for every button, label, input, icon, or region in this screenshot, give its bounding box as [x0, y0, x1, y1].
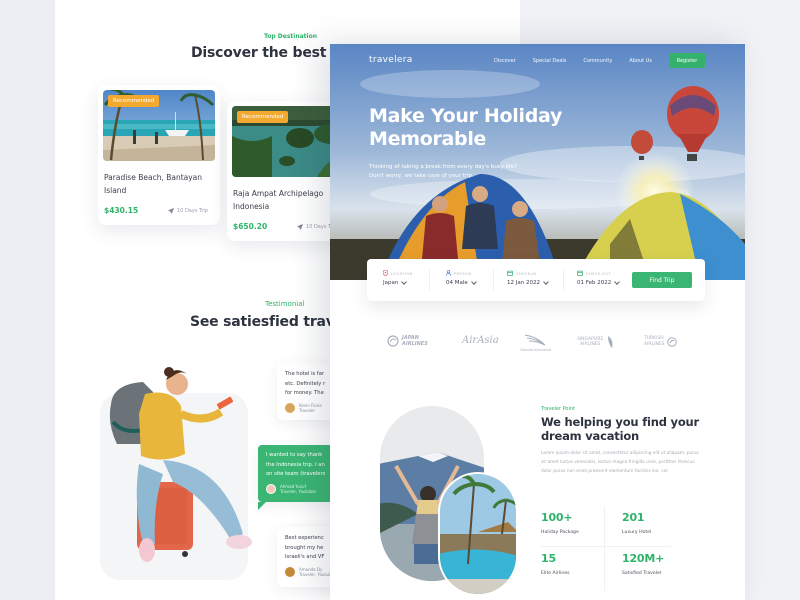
- chevron-down-icon: [614, 279, 621, 285]
- stat-label: Holiday Package: [541, 530, 579, 535]
- hero-title-line1: Make Your Holiday: [369, 105, 563, 127]
- nav-link-about-us[interactable]: About Us: [629, 58, 652, 64]
- traveler-photo: [109, 367, 252, 562]
- location-pin-icon: [383, 270, 388, 276]
- person-label: Person: [446, 270, 476, 276]
- about-title-line1: We helping you find your: [541, 415, 700, 429]
- speech-bubble-tail: [258, 502, 266, 510]
- brand-logo[interactable]: travelera: [369, 55, 413, 65]
- trip-duration-text: 10 Days Trip: [177, 208, 208, 214]
- stats-divider-horizontal: [541, 546, 671, 547]
- check-out-label: Check-out: [577, 270, 619, 276]
- crane-logo-icon: [387, 335, 399, 347]
- destination-card[interactable]: Recommended Paradise Beach, Bantayan Isl…: [98, 85, 220, 225]
- partner-logo-japan-airlines: JAPAN AIRLINES: [387, 335, 428, 347]
- stat-elite-airlines: 15 Elite Airlines: [541, 552, 570, 576]
- person-value: 04 Male: [446, 279, 477, 286]
- recommended-badge: Recommended: [108, 95, 160, 107]
- hero-subtitle-line1: Thinking of taking a break from every da…: [369, 164, 517, 170]
- destinations-eyebrow: Top Destination: [264, 33, 317, 40]
- garuda-wing-icon: [525, 334, 546, 346]
- partner-logo-garuda: Garuda Indonesia: [520, 333, 551, 352]
- stats-divider-vertical: [604, 506, 605, 591]
- stat-luxury-hotel: 201 Luxury Hotel: [622, 511, 651, 535]
- destination-name-line1: Raja Ampat Archipelago: [233, 189, 324, 198]
- nav-link-discover[interactable]: Discover: [494, 58, 516, 64]
- avatar: [285, 566, 295, 577]
- location-value: Japan: [383, 279, 413, 286]
- about-images: [380, 406, 518, 596]
- hero-subtitle-line2: Don't worry, we take care of your trip.: [369, 173, 474, 179]
- location-label: Location: [383, 270, 413, 276]
- author-role: Traveler: [299, 407, 315, 413]
- destination-name-line2: Island: [104, 186, 127, 195]
- chevron-down-icon: [543, 279, 549, 285]
- chevron-down-icon: [401, 279, 408, 285]
- stat-value: 201: [622, 511, 645, 524]
- author-name: Kevin Fiona: [299, 402, 322, 408]
- register-button[interactable]: Register: [669, 53, 705, 68]
- avatar: [266, 483, 276, 494]
- partner-airlines: JAPAN AIRLINES AirAsia Garuda Indonesia …: [387, 333, 687, 357]
- find-trip-button[interactable]: Find Trip: [632, 272, 692, 288]
- calendar-icon: [507, 270, 513, 276]
- stat-label: Satisfied Traveler: [622, 571, 662, 576]
- about-title: We helping you find your dream vacation: [541, 415, 699, 443]
- testimonial-eyebrow: Testimonial: [265, 300, 305, 308]
- avatar: [285, 402, 295, 413]
- trip-search-bar: Location Japan Person 04 Male Check-in: [367, 259, 705, 301]
- destination-image: Recommended: [103, 90, 215, 161]
- stat-label: Luxury Hotel: [622, 530, 652, 535]
- partner-logo-singapore-airlines: SINGAPORE AIRLINES: [577, 336, 614, 348]
- bird-logo-icon: [608, 336, 613, 348]
- turkish-bird-icon: [667, 336, 678, 347]
- nav-link-special-deals[interactable]: Special Deals: [533, 58, 567, 64]
- check-in-value: 12 Jan 2022: [507, 279, 549, 286]
- about-description: Lorem ipsum dolor sit amet, consectetur …: [541, 451, 699, 474]
- location-field[interactable]: Location Japan: [383, 270, 413, 286]
- hero-section: travelera Discover Special Deals Communi…: [330, 44, 745, 280]
- hero-title-line2: Memorable: [369, 128, 487, 150]
- about-eyebrow: Traveler Point: [541, 406, 575, 412]
- divider: [429, 270, 430, 290]
- stat-value: 120M+: [622, 552, 665, 565]
- stat-holiday-package: 100+ Holiday Package: [541, 511, 579, 535]
- hero-subtitle: Thinking of taking a break from every da…: [369, 163, 517, 181]
- person-field[interactable]: Person 04 Male: [446, 270, 477, 286]
- destination-name-line2: Indonesia: [233, 202, 270, 211]
- destination-name: Paradise Beach, Bantayan Island: [104, 171, 202, 197]
- destination-trip-duration: 10 Days Trip: [168, 208, 208, 214]
- recommended-badge: Recommended: [237, 111, 289, 123]
- calendar-icon: [577, 270, 583, 276]
- destination-price: $650.20: [233, 222, 268, 231]
- stat-value: 100+: [541, 511, 573, 524]
- send-icon: [168, 208, 174, 214]
- about-title-line2: dream vacation: [541, 429, 640, 443]
- check-in-label: Check-in: [507, 270, 548, 276]
- check-out-field[interactable]: Check-out 01 Feb 2022: [577, 270, 621, 286]
- user-icon: [446, 270, 451, 276]
- stat-value: 15: [541, 552, 556, 565]
- partner-logo-turkish-airlines: TURKISH AIRLINES: [644, 336, 678, 347]
- destination-name-line1: Paradise Beach, Bantayan: [104, 173, 203, 182]
- hero-background-image: [330, 44, 745, 280]
- stat-label: Elite Airlines: [541, 571, 570, 576]
- hero-title: Make Your Holiday Memorable: [369, 105, 562, 151]
- divider: [493, 270, 494, 290]
- divider: [563, 270, 564, 290]
- send-icon: [297, 224, 303, 230]
- destination-name: Raja Ampat Archipelago Indonesia: [233, 187, 323, 213]
- author-role: Traveler, Youtuber: [280, 488, 317, 494]
- destination-price: $430.15: [104, 206, 139, 215]
- partner-logo-airasia: AirAsia: [462, 335, 499, 346]
- main-nav: Discover Special Deals Community About U…: [494, 58, 652, 64]
- front-page-preview: travelera Discover Special Deals Communi…: [330, 44, 745, 600]
- chevron-down-icon: [470, 279, 477, 285]
- stat-satisfied-traveler: 120M+ Satisfied Traveler: [622, 552, 664, 576]
- check-in-field[interactable]: Check-in 12 Jan 2022: [507, 270, 549, 286]
- nav-link-community[interactable]: Community: [583, 58, 612, 64]
- check-out-value: 01 Feb 2022: [577, 279, 621, 286]
